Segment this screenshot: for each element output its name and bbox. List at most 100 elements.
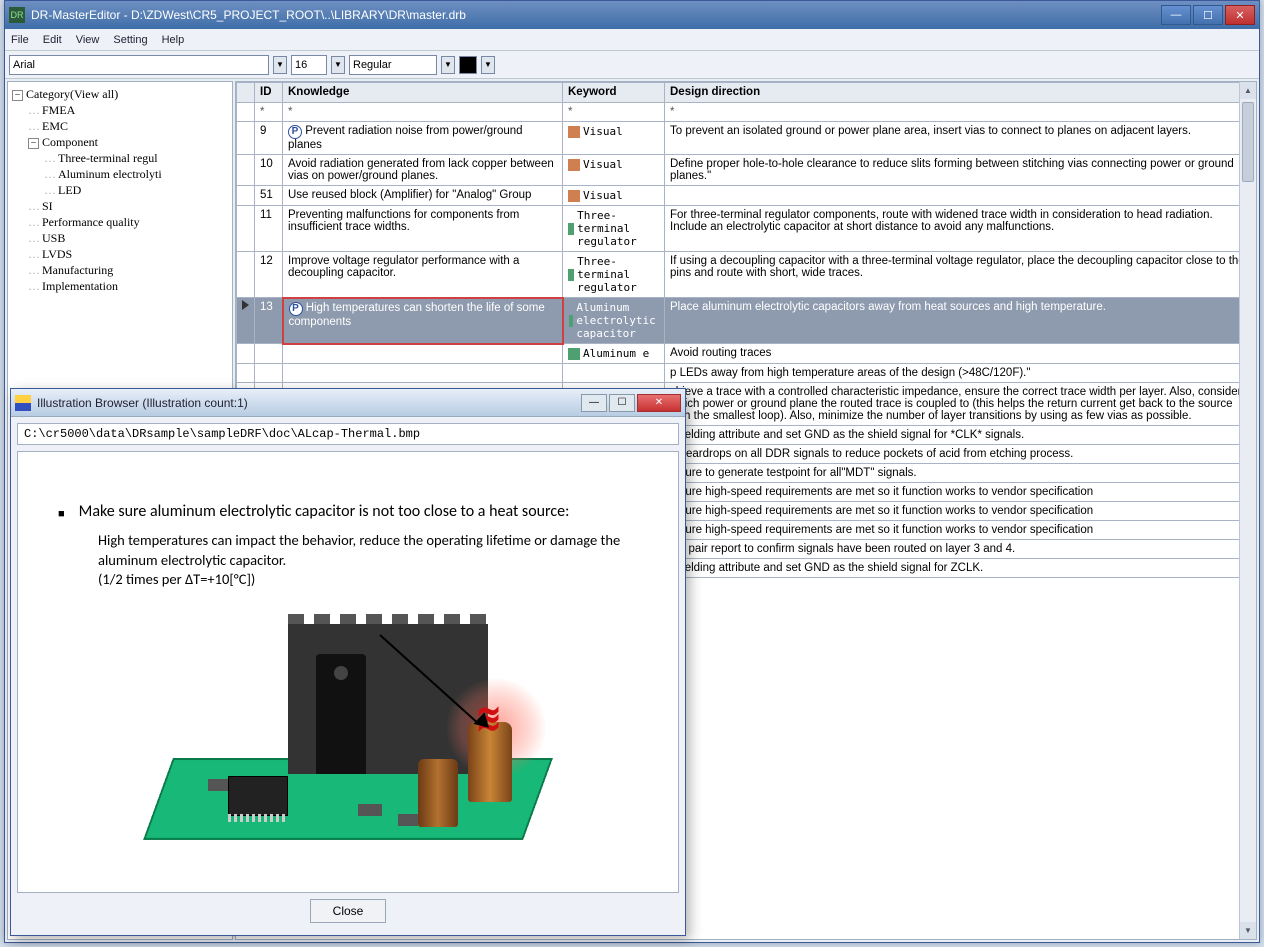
keyword-cell: Three-terminal regulator (563, 206, 665, 252)
keyword-header[interactable]: Keyword (563, 83, 665, 103)
keyword-cell: Visual (563, 122, 665, 155)
illustration-heading: Make sure aluminum electrolytic capacito… (79, 502, 570, 521)
table-row[interactable]: 11Preventing malfunctions for components… (237, 206, 1256, 252)
font-dropdown-icon[interactable]: ▼ (273, 56, 287, 74)
info-icon: P (288, 125, 302, 139)
keyword-cell: Aluminum electrolytic capacitor (563, 298, 665, 344)
keyword-text: Three-terminal regulator (577, 209, 659, 248)
keyword-icon (568, 269, 574, 281)
table-row[interactable]: 51Use reused block (Amplifier) for "Anal… (237, 186, 1256, 206)
design-cell: For three-terminal regulator components,… (665, 206, 1256, 252)
id-cell (255, 364, 283, 383)
tree-item[interactable]: …FMEA (28, 102, 228, 118)
knowledge-cell: P High temperatures can shorten the life… (283, 298, 563, 344)
design-cell: e sure high-speed requirements are met s… (665, 483, 1256, 502)
keyword-icon (568, 159, 580, 171)
design-filter[interactable]: * (665, 103, 1256, 122)
tree-item[interactable]: …Manufacturing (28, 262, 228, 278)
dialog-close-button[interactable]: Close (310, 899, 387, 923)
style-select[interactable] (349, 55, 437, 75)
keyword-icon (568, 190, 580, 202)
dialog-title-bar[interactable]: Illustration Browser (Illustration count… (11, 389, 685, 417)
keyword-text: Visual (583, 189, 623, 202)
scroll-up-icon[interactable]: ▲ (1240, 82, 1256, 99)
illustration-body-2: (1/2 times per ΔT=+10[°C]) (98, 570, 255, 588)
tree-item[interactable]: …USB (28, 230, 228, 246)
design-cell: To prevent an isolated ground or power p… (665, 122, 1256, 155)
keyword-icon (568, 126, 580, 138)
design-cell: Avoid routing traces (665, 344, 1256, 364)
color-dropdown-icon[interactable]: ▼ (481, 56, 495, 74)
tree-item[interactable]: …Performance quality (28, 214, 228, 230)
tree-collapse-icon[interactable]: − (28, 138, 39, 149)
toolbar: ▼ ▼ ▼ ▼ (5, 51, 1259, 79)
scroll-down-icon[interactable]: ▼ (1240, 922, 1256, 939)
dialog-title: Illustration Browser (Illustration count… (37, 396, 581, 410)
table-row[interactable]: 12Improve voltage regulator performance … (237, 252, 1256, 298)
dialog-close-x-button[interactable]: ✕ (637, 394, 681, 412)
id-cell: 11 (255, 206, 283, 252)
illustration-body-1: High temperatures can impact the behavio… (98, 531, 620, 569)
minimize-button[interactable]: — (1161, 5, 1191, 25)
tree-item[interactable]: …Three-terminal regul (44, 150, 228, 166)
design-cell: p LEDs away from high temperature areas … (665, 364, 1256, 383)
id-cell: 13 (255, 298, 283, 344)
design-cell: Place aluminum electrolytic capacitors a… (665, 298, 1256, 344)
knowledge-header[interactable]: Knowledge (283, 83, 563, 103)
keyword-text: Visual (583, 158, 623, 171)
keyword-filter[interactable]: * (563, 103, 665, 122)
illustration-browser-dialog: Illustration Browser (Illustration count… (10, 388, 686, 936)
tree-item[interactable]: …Implementation (28, 278, 228, 294)
size-select[interactable] (291, 55, 327, 75)
window-title: DR-MasterEditor - D:\ZDWest\CR5_PROJECT_… (31, 8, 1161, 22)
keyword-icon (569, 315, 574, 327)
tree-item[interactable]: …SI (28, 198, 228, 214)
tree-root[interactable]: Category(View all) (26, 87, 118, 101)
menu-edit[interactable]: Edit (43, 34, 62, 46)
design-cell: e sure high-speed requirements are met s… (665, 502, 1256, 521)
font-select[interactable] (9, 55, 269, 75)
tree-item[interactable]: …EMC (28, 118, 228, 134)
tree-item[interactable]: …LED (44, 182, 228, 198)
menu-help[interactable]: Help (162, 34, 185, 46)
menu-view[interactable]: View (76, 34, 100, 46)
dialog-maximize-button[interactable]: ☐ (609, 394, 635, 412)
info-icon: P (289, 302, 303, 316)
menu-setting[interactable]: Setting (113, 34, 147, 46)
tree-collapse-icon[interactable]: − (12, 90, 23, 101)
close-button[interactable]: ✕ (1225, 5, 1255, 25)
maximize-button[interactable]: ☐ (1193, 5, 1223, 25)
scroll-thumb[interactable] (1242, 102, 1254, 182)
knowledge-cell (283, 364, 563, 383)
id-filter[interactable]: * (255, 103, 283, 122)
menu-file[interactable]: File (11, 34, 29, 46)
style-dropdown-icon[interactable]: ▼ (441, 56, 455, 74)
design-header[interactable]: Design direction (665, 83, 1256, 103)
table-row[interactable]: 9P Prevent radiation noise from power/gr… (237, 122, 1256, 155)
tree-item[interactable]: …Aluminum electrolyti (44, 166, 228, 182)
table-row[interactable]: 10Avoid radiation generated from lack co… (237, 155, 1256, 186)
dialog-minimize-button[interactable]: — (581, 394, 607, 412)
tree-item[interactable]: …LVDS (28, 246, 228, 262)
design-cell: shielding attribute and set GND as the s… (665, 559, 1256, 578)
size-dropdown-icon[interactable]: ▼ (331, 56, 345, 74)
color-swatch[interactable] (459, 56, 477, 74)
knowledge-filter[interactable]: * (283, 103, 563, 122)
title-bar: DR DR-MasterEditor - D:\ZDWest\CR5_PROJE… (5, 1, 1259, 29)
table-row[interactable]: p LEDs away from high temperature areas … (237, 364, 1256, 383)
keyword-cell (563, 364, 665, 383)
knowledge-cell: Avoid radiation generated from lack copp… (283, 155, 563, 186)
design-cell: shielding attribute and set GND as the s… (665, 426, 1256, 445)
id-cell: 12 (255, 252, 283, 298)
table-scrollbar[interactable]: ▲ ▼ (1239, 82, 1256, 939)
knowledge-cell (283, 344, 563, 364)
id-cell: 10 (255, 155, 283, 186)
id-header[interactable]: ID (255, 83, 283, 103)
illustration-path[interactable]: C:\cr5000\data\DRsample\sampleDRF\doc\AL… (17, 423, 679, 445)
design-cell (665, 186, 1256, 206)
table-row[interactable]: 13P High temperatures can shorten the li… (237, 298, 1256, 344)
keyword-text: Visual (583, 125, 623, 138)
table-row[interactable]: Aluminum eAvoid routing traces (237, 344, 1256, 364)
tree-item-component[interactable]: −Component (28, 134, 228, 150)
bullet-icon: ■ (58, 507, 65, 521)
